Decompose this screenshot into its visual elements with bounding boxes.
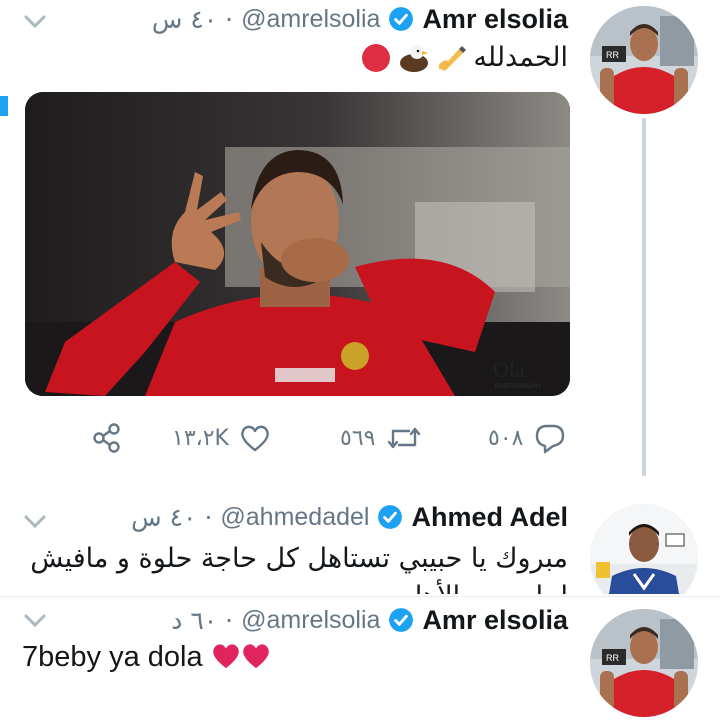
verified-badge-icon bbox=[389, 7, 414, 31]
handle[interactable]: @ahmedadel bbox=[220, 503, 369, 532]
reply-button[interactable]: ٥٠٨ bbox=[488, 418, 567, 458]
red-circle-icon bbox=[362, 43, 391, 72]
eagle-icon bbox=[400, 44, 429, 72]
avatar[interactable] bbox=[590, 504, 698, 594]
tweet-actions: ١٣،٢K ٥٦٩ ٥٠٨ bbox=[90, 418, 580, 458]
heart-icon bbox=[241, 425, 269, 452]
writing-hand-icon bbox=[439, 45, 467, 71]
tweet-header: Amr elsolia @amrelsolia · ٤٠ س bbox=[152, 0, 568, 38]
handle[interactable]: @amrelsolia bbox=[241, 5, 380, 34]
share-button[interactable] bbox=[90, 418, 124, 458]
tweet-text-content: مبروك يا حبيبي تستاهل كل حاجة حلوة و ماف… bbox=[30, 543, 568, 594]
tweet-3[interactable]: RR Amr elsolia @amrelsolia · ٦٠ د 7beby … bbox=[0, 596, 720, 721]
avatar[interactable]: RR bbox=[590, 609, 698, 717]
handle[interactable]: @amrelsolia bbox=[241, 606, 380, 635]
tweet-media-image[interactable]: Ola PHOTOGRAPHY bbox=[25, 92, 570, 396]
display-name[interactable]: Amr elsolia bbox=[422, 4, 568, 35]
like-count: ١٣،٢K bbox=[172, 425, 229, 451]
reply-count: ٥٠٨ bbox=[488, 425, 524, 451]
avatar[interactable]: RR bbox=[590, 6, 698, 114]
separator: · bbox=[204, 502, 213, 532]
reply-icon bbox=[536, 424, 565, 454]
tweet-header: Ahmed Adel @ahmedadel · ٤٠ س bbox=[131, 498, 568, 536]
display-name[interactable]: Ahmed Adel bbox=[411, 502, 568, 533]
timestamp[interactable]: ٤٠ س bbox=[152, 5, 217, 34]
tweet-1[interactable]: RR Amr elsolia @amrelsolia · ٤٠ س الحمدل… bbox=[0, 0, 720, 480]
chevron-down-icon[interactable] bbox=[24, 613, 46, 629]
retweet-icon bbox=[388, 427, 421, 449]
tweet-2[interactable]: Ahmed Adel @ahmedadel · ٤٠ س مبروك يا حب… bbox=[0, 490, 720, 594]
timestamp[interactable]: ٦٠ د bbox=[171, 606, 217, 635]
tweet-text: الحمدلله bbox=[361, 42, 568, 73]
tweet-text-content: الحمدلله bbox=[473, 42, 568, 73]
retweet-button[interactable]: ٥٦٩ bbox=[340, 418, 423, 458]
watermark-subtext: PHOTOGRAPHY bbox=[495, 384, 542, 390]
tweet-text: 7beby ya dola bbox=[22, 641, 271, 674]
chevron-down-icon[interactable] bbox=[24, 14, 46, 30]
chevron-down-icon[interactable] bbox=[24, 514, 46, 530]
tweet-header: Amr elsolia @amrelsolia · ٦٠ د bbox=[171, 601, 568, 639]
verified-badge-icon bbox=[378, 505, 403, 529]
verified-badge-icon bbox=[389, 608, 414, 632]
red-heart-icon bbox=[212, 644, 239, 669]
thread-line bbox=[642, 118, 646, 476]
display-name[interactable]: Amr elsolia bbox=[422, 605, 568, 636]
timestamp[interactable]: ٤٠ س bbox=[131, 503, 196, 532]
red-heart-icon bbox=[242, 644, 269, 669]
like-button[interactable]: ١٣،٢K bbox=[172, 418, 271, 458]
svg-text:RR: RR bbox=[606, 653, 619, 663]
separator: · bbox=[225, 4, 234, 34]
tweet-text-content: 7beby ya dola bbox=[22, 641, 203, 673]
tweet-text: مبروك يا حبيبي تستاهل كل حاجة حلوة و ماف… bbox=[8, 540, 568, 594]
svg-text:RR: RR bbox=[606, 50, 619, 60]
separator: · bbox=[225, 605, 234, 635]
retweet-count: ٥٦٩ bbox=[340, 425, 376, 451]
share-icon bbox=[93, 423, 120, 453]
watermark-text: Ola bbox=[493, 357, 525, 382]
